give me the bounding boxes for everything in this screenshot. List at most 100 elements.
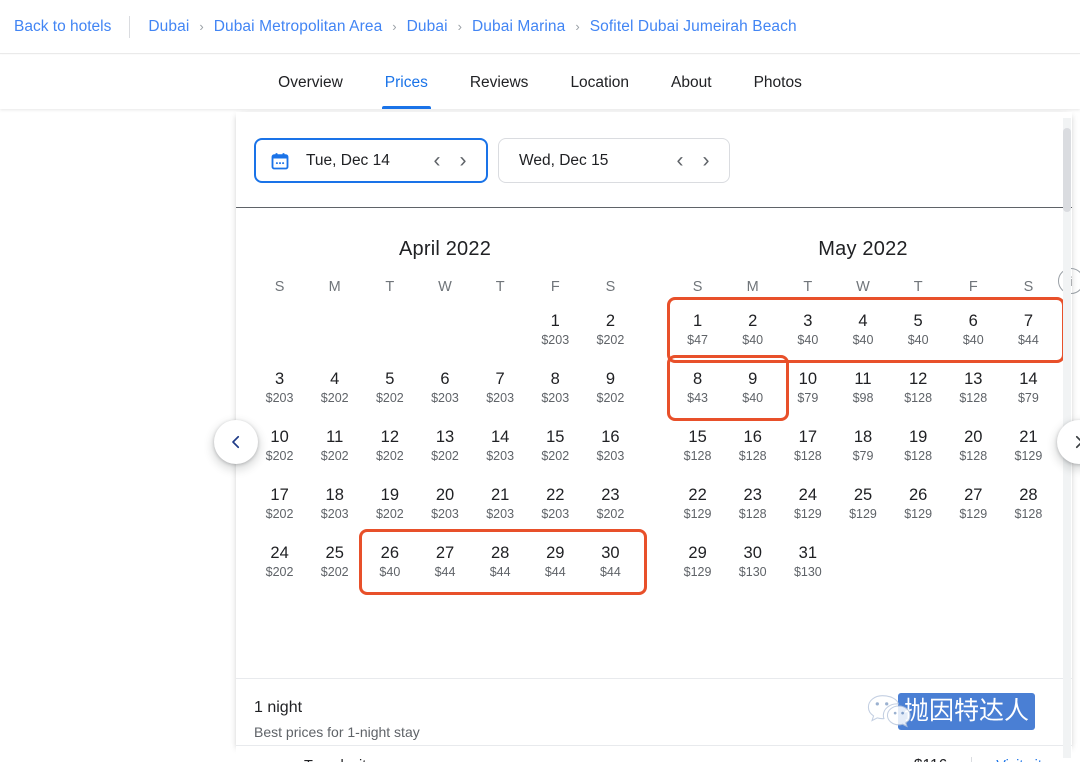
calendar-day-number: 6 <box>440 369 450 388</box>
calendar-day[interactable]: 10 $79 <box>780 359 835 417</box>
calendar-day[interactable]: 27 $129 <box>946 475 1001 533</box>
day-of-week-3: W <box>438 279 452 295</box>
calendar-day[interactable]: 29 $44 <box>528 533 583 591</box>
calendar-day[interactable]: 18 $203 <box>307 475 362 533</box>
calendar-day[interactable]: 20 $128 <box>946 417 1001 475</box>
calendar-day[interactable]: 14 $79 <box>1001 359 1056 417</box>
calendar-day-price: $98 <box>852 390 874 405</box>
calendar-day[interactable]: 26 $129 <box>891 475 946 533</box>
calendar-day[interactable]: 24 $129 <box>780 475 835 533</box>
calendar-day[interactable]: 16 $203 <box>583 417 638 475</box>
breadcrumb-item-3[interactable]: Dubai <box>407 18 448 36</box>
calendar-day[interactable]: 7 $203 <box>473 359 528 417</box>
calendar-day-number: 15 <box>546 427 565 446</box>
calendar-week-row: 10 $202 11 $202 12 $202 13 $202 14 $203 15 $202 16 $2… <box>252 417 638 475</box>
tab-location[interactable]: Location <box>549 55 650 109</box>
check-out-next-icon[interactable]: › <box>693 148 719 174</box>
tab-about[interactable]: About <box>650 55 733 109</box>
provider-visit-site-link[interactable]: Visit site <box>972 758 1050 762</box>
calendar-day-number: 28 <box>1019 485 1038 504</box>
calendar-day[interactable]: 13 $202 <box>417 417 472 475</box>
calendar-day[interactable]: 9 $40 <box>725 359 780 417</box>
calendar-day[interactable]: 10 $202 <box>252 417 307 475</box>
check-out-date-chip[interactable]: Wed, Dec 15 ‹ › <box>498 138 730 183</box>
breadcrumb-item-2[interactable]: Dubai Metropolitan Area <box>214 18 383 36</box>
calendar-day[interactable]: 7 $44 <box>1001 301 1056 359</box>
calendar-day[interactable]: 17 $202 <box>252 475 307 533</box>
calendar-day[interactable]: 24 $202 <box>252 533 307 591</box>
calendar-day[interactable]: 20 $203 <box>417 475 472 533</box>
calendar-day-price: $44 <box>599 564 621 579</box>
calendar-day[interactable]: 13 $128 <box>946 359 1001 417</box>
calendar-weeks: 1 $47 2 $40 3 $40 4 $40 5 $40 6 $40 7 $44 8 $43 9 $40 10 $7… <box>667 297 1065 591</box>
calendar-day[interactable]: 3 $40 <box>780 301 835 359</box>
check-in-next-icon[interactable]: › <box>450 148 476 174</box>
check-in-prev-icon[interactable]: ‹ <box>424 148 450 174</box>
calendar-day[interactable]: 18 $79 <box>835 417 890 475</box>
calendar-day-number: 12 <box>908 369 928 388</box>
calendar-day[interactable]: 5 $40 <box>891 301 946 359</box>
calendar-day-empty <box>473 301 528 359</box>
calendar-day[interactable]: 2 $202 <box>583 301 638 359</box>
calendar-day[interactable]: 16 $128 <box>725 417 780 475</box>
tab-photos[interactable]: Photos <box>733 55 823 109</box>
calendar-day[interactable]: 25 $129 <box>835 475 890 533</box>
calendar-day[interactable]: 21 $203 <box>473 475 528 533</box>
calendar-day[interactable]: 29 $129 <box>670 533 725 591</box>
calendar-day[interactable]: 8 $203 <box>528 359 583 417</box>
calendar-day[interactable]: 28 $44 <box>473 533 528 591</box>
calendar-prev-button[interactable] <box>214 420 258 464</box>
calendar-day[interactable]: 6 $203 <box>417 359 472 417</box>
page-scrollbar-thumb[interactable] <box>1063 128 1071 212</box>
tab-overview[interactable]: Overview <box>257 55 364 109</box>
calendar-day[interactable]: 14 $203 <box>473 417 528 475</box>
calendar-day[interactable]: 1 $203 <box>528 301 583 359</box>
calendar-day[interactable]: 12 $202 <box>362 417 417 475</box>
calendar-day-number: 3 <box>274 369 285 388</box>
calendar-day[interactable]: 11 $202 <box>307 417 362 475</box>
calendar-day[interactable]: 4 $202 <box>307 359 362 417</box>
calendar-day[interactable]: 17 $128 <box>780 417 835 475</box>
day-of-week-4: T <box>913 279 923 295</box>
calendar-day-empty <box>417 301 472 359</box>
calendar-day[interactable]: 15 $202 <box>528 417 583 475</box>
calendar-day[interactable]: 30 $44 <box>583 533 638 591</box>
calendar-day[interactable]: 21 $129 <box>1001 417 1056 475</box>
calendar-day[interactable]: 26 $40 <box>362 533 417 591</box>
breadcrumb-item-4[interactable]: Dubai Marina <box>472 18 565 36</box>
calendar-day[interactable]: 25 $202 <box>307 533 362 591</box>
calendar-day[interactable]: 27 $44 <box>417 533 472 591</box>
breadcrumb-item-5[interactable]: Sofitel Dubai Jumeirah Beach <box>590 18 797 36</box>
calendar-day[interactable]: 11 $98 <box>835 359 890 417</box>
breadcrumb-item-1[interactable]: Dubai <box>148 18 189 36</box>
check-in-date-chip[interactable]: Tue, Dec 14 ‹ › <box>254 138 488 183</box>
tab-reviews[interactable]: Reviews <box>449 55 550 109</box>
provider-row[interactable]: Travelocity.com $116 Visit site <box>236 745 1072 762</box>
calendar-day[interactable]: 6 $40 <box>946 301 1001 359</box>
calendar-day-price: $202 <box>596 332 625 347</box>
calendar-day[interactable]: 4 $40 <box>835 301 890 359</box>
calendar-day[interactable]: 1 $47 <box>670 301 725 359</box>
calendar-day[interactable]: 30 $130 <box>725 533 780 591</box>
calendar-day[interactable]: 2 $40 <box>725 301 780 359</box>
check-out-prev-icon[interactable]: ‹ <box>667 148 693 174</box>
breadcrumb-separator-icon: › <box>575 19 580 34</box>
back-to-hotels-link[interactable]: Back to hotels <box>14 18 111 36</box>
calendar-day[interactable]: 12 $128 <box>891 359 946 417</box>
calendar-day[interactable]: 28 $128 <box>1001 475 1056 533</box>
calendar-day[interactable]: 22 $203 <box>528 475 583 533</box>
tab-prices[interactable]: Prices <box>364 55 449 109</box>
calendar-day[interactable]: 19 $128 <box>891 417 946 475</box>
calendar-day-number: 7 <box>495 369 505 388</box>
calendar-day-price: $203 <box>486 448 515 463</box>
calendar-day[interactable]: 8 $43 <box>670 359 725 417</box>
calendar-day[interactable]: 9 $202 <box>583 359 638 417</box>
calendar-day[interactable]: 23 $202 <box>583 475 638 533</box>
calendar-day[interactable]: 31 $130 <box>780 533 835 591</box>
calendar-day[interactable]: 3 $203 <box>252 359 307 417</box>
calendar-day[interactable]: 15 $128 <box>670 417 725 475</box>
calendar-day[interactable]: 5 $202 <box>362 359 417 417</box>
calendar-day[interactable]: 19 $202 <box>362 475 417 533</box>
calendar-day[interactable]: 23 $128 <box>725 475 780 533</box>
calendar-day[interactable]: 22 $129 <box>670 475 725 533</box>
